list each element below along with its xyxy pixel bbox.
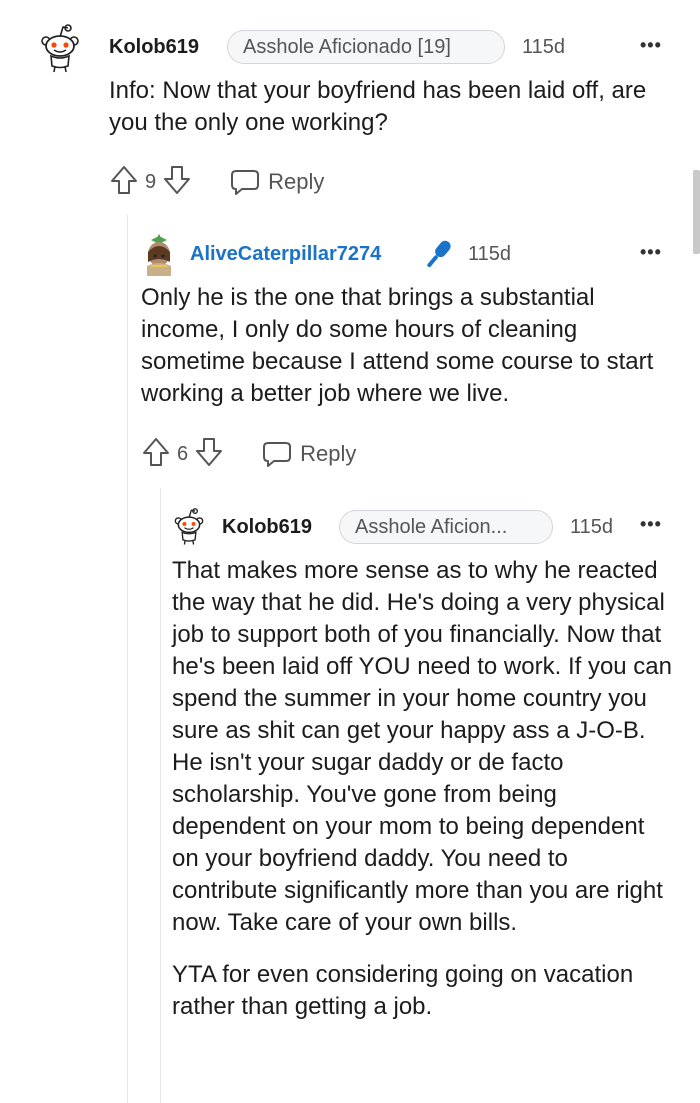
comment-timestamp: 115d (522, 36, 566, 58)
comment-body: Only he is the one that brings a substan… (141, 282, 681, 410)
comment-timestamp: 115d (468, 243, 512, 265)
comment-actions: 9 Reply (109, 162, 324, 202)
thread-line (127, 215, 128, 1103)
scrollbar[interactable] (693, 170, 700, 254)
reply-button[interactable]: Reply (262, 440, 356, 468)
user-flair: Asshole Aficion... (339, 510, 553, 544)
vote-count: 6 (177, 442, 189, 465)
reply-label: Reply (268, 169, 325, 194)
upvote-arrow-icon[interactable] (141, 436, 171, 473)
vote-count: 9 (145, 170, 157, 193)
more-options-icon[interactable]: ••• (640, 242, 662, 263)
comment-body: That makes more sense as to why he react… (172, 555, 676, 1023)
reddit-snoo-avatar[interactable] (38, 24, 82, 73)
reply-label: Reply (300, 441, 357, 466)
reddit-snoo-avatar[interactable] (172, 508, 206, 546)
comment-username[interactable]: AliveCaterpillar7274 (190, 243, 381, 266)
downvote-arrow-icon[interactable] (194, 436, 224, 473)
comment-actions: 6 Reply (141, 434, 356, 474)
upvote-arrow-icon[interactable] (109, 164, 139, 201)
user-flair: Asshole Aficionado [19] (227, 30, 505, 64)
microphone-icon (418, 236, 458, 277)
comment-username[interactable]: Kolob619 (109, 36, 199, 59)
comment-paragraph: That makes more sense as to why he react… (172, 557, 673, 936)
more-options-icon[interactable]: ••• (640, 35, 662, 56)
more-options-icon[interactable]: ••• (640, 514, 662, 535)
reply-button[interactable]: Reply (230, 168, 324, 196)
comment-timestamp: 115d (570, 516, 614, 538)
speech-bubble-icon (263, 442, 292, 467)
comment-paragraph: Info: Now that your boyfriend has been l… (109, 77, 647, 136)
thread-line (160, 488, 161, 1103)
speech-bubble-icon (231, 170, 260, 195)
comment-paragraph: Only he is the one that brings a substan… (141, 284, 654, 407)
downvote-arrow-icon[interactable] (162, 164, 192, 201)
comment-username[interactable]: Kolob619 (222, 516, 312, 539)
custom-avatar[interactable] (142, 232, 176, 276)
comment-paragraph: YTA for even considering going on vacati… (172, 961, 634, 1020)
comment-body: Info: Now that your boyfriend has been l… (109, 75, 649, 139)
